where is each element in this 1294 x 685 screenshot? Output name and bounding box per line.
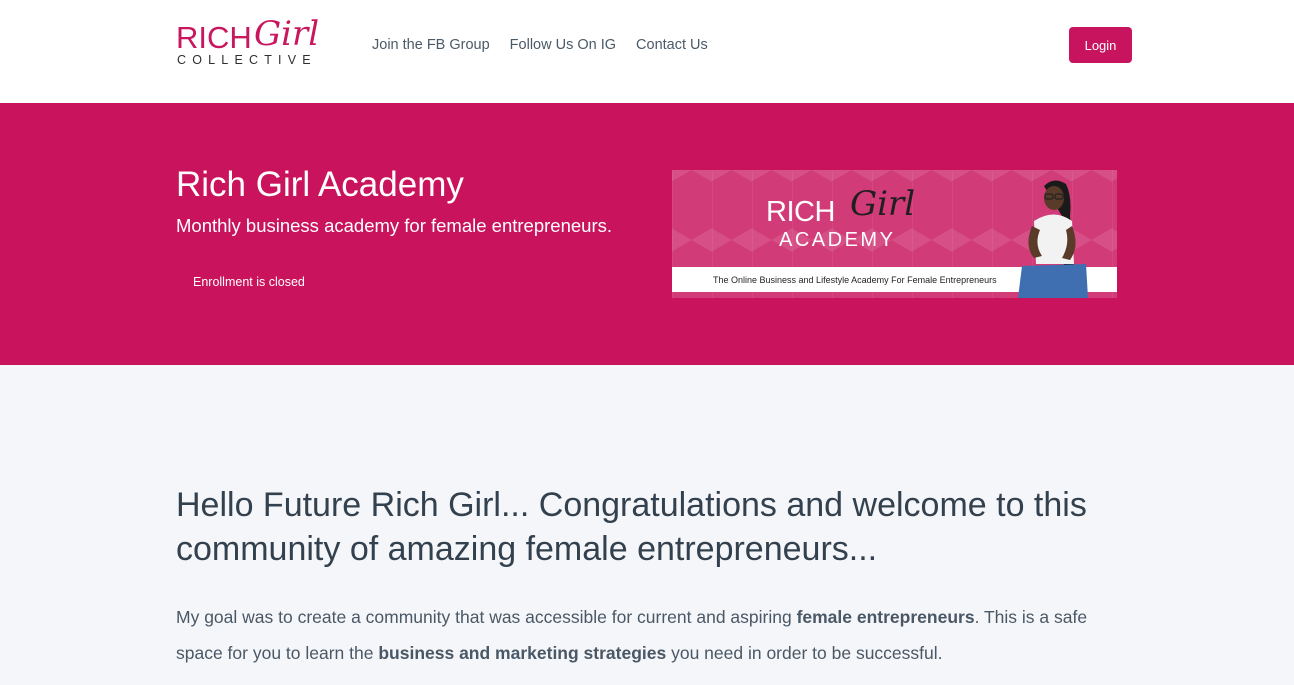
logo-rich-text: RICH	[176, 20, 252, 55]
hero-subtitle: Monthly business academy for female entr…	[176, 215, 612, 236]
enrollment-status: Enrollment is closed	[193, 275, 305, 289]
welcome-heading: Hello Future Rich Girl... Congratulation…	[176, 486, 1087, 568]
nav-link-follow-ig[interactable]: Follow Us On IG	[510, 36, 616, 54]
banner-girl-script: Girl	[850, 184, 916, 224]
login-button[interactable]: Login	[1069, 27, 1132, 63]
main-nav: Join the FB Group Follow Us On IG Contac…	[372, 36, 728, 54]
site-logo[interactable]: RICH Girl COLLECTIVE	[176, 14, 336, 72]
site-header: RICH Girl COLLECTIVE Join the FB Group F…	[0, 0, 1294, 103]
paragraph-text: you need in order to be successful.	[666, 643, 943, 663]
logo-collective-text: COLLECTIVE	[177, 53, 317, 67]
hero-title: Rich Girl Academy	[176, 165, 464, 204]
nav-link-contact[interactable]: Contact Us	[636, 36, 708, 54]
paragraph-bold-text: female entrepreneurs	[796, 607, 975, 627]
paragraph-bold-text: business and marketing strategies	[378, 643, 667, 663]
banner-rich-text: RICH	[766, 196, 835, 228]
hero-section: Rich Girl Academy Monthly business acade…	[0, 103, 1294, 365]
logo-girl-script: Girl	[254, 14, 320, 54]
nav-link-fb-group[interactable]: Join the FB Group	[372, 36, 490, 54]
welcome-paragraph: My goal was to create a community that w…	[176, 599, 1116, 671]
academy-banner-image: RICH Girl ACADEMY The Online Business an…	[672, 170, 1117, 298]
paragraph-text: My goal was to create a community that w…	[176, 607, 797, 627]
banner-person-illustration	[1018, 180, 1088, 298]
banner-academy-text: ACADEMY	[779, 229, 896, 251]
banner-tagline: The Online Business and Lifestyle Academ…	[713, 275, 997, 285]
